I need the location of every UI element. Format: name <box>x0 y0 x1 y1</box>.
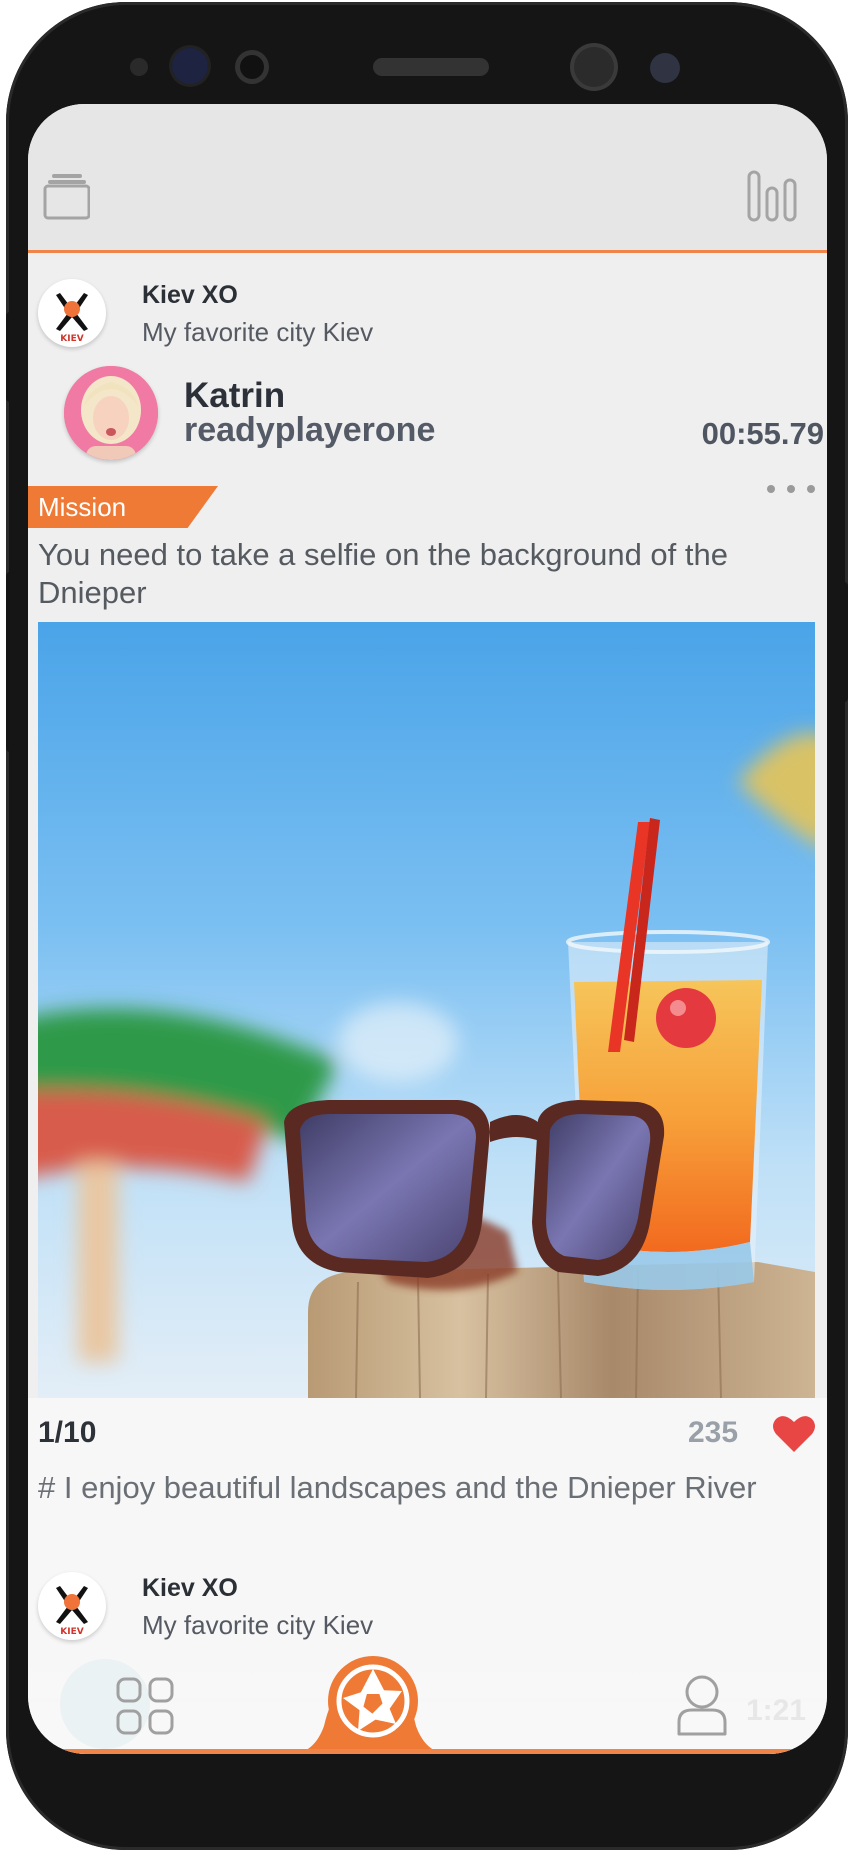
user-handle: readyplayerone <box>184 411 436 449</box>
earpiece-speaker <box>373 58 489 76</box>
svg-text:KIEV: KIEV <box>60 334 83 344</box>
heart-icon[interactable] <box>772 1414 816 1454</box>
volume-button <box>6 312 16 402</box>
svg-text:KIEV: KIEV <box>60 1627 83 1637</box>
org-logo: KIEV <box>38 279 106 347</box>
more-options-icon[interactable] <box>767 485 815 493</box>
camera-aperture-icon[interactable] <box>328 1656 418 1746</box>
user-name: Katrin <box>184 376 286 415</box>
mission-text: You need to take a selfie on the backgro… <box>38 537 728 610</box>
app-header <box>28 104 827 253</box>
bottom-accent-line <box>28 1749 827 1754</box>
avatar[interactable] <box>64 366 158 460</box>
volume-button <box>6 572 16 752</box>
user-row[interactable]: Katrin readyplayerone 00:55.79 <box>64 366 824 466</box>
like-count: 235 <box>688 1416 739 1449</box>
org-name: Kiev XO <box>142 281 238 309</box>
cards-stack-icon[interactable] <box>42 172 91 220</box>
mission-timer: 00:55.79 <box>701 416 824 451</box>
sensor-dot <box>240 55 264 79</box>
user-icon[interactable] <box>676 1674 728 1736</box>
phone-top-hardware <box>0 0 855 105</box>
org-name: Kiev XO <box>142 1574 238 1602</box>
org-subtitle: My favorite city Kiev <box>142 1610 374 1640</box>
grid-icon[interactable] <box>116 1677 174 1735</box>
org-row[interactable]: KIEV Kiev XO My favorite city Kiev <box>38 279 808 351</box>
sensor-dot <box>130 58 148 76</box>
iris-scanner <box>574 47 614 87</box>
mission-counter: 1/10 <box>38 1416 97 1449</box>
ghost-timer: 1:21 <box>746 1694 807 1727</box>
org-subtitle: My favorite city Kiev <box>142 317 374 347</box>
post-photo[interactable] <box>38 622 815 1398</box>
app-screen: KIEV Kiev XO My favorite city Kiev Katri… <box>28 104 827 1754</box>
front-camera <box>172 48 208 84</box>
org-row[interactable]: KIEV Kiev XO My favorite city Kiev <box>38 1572 808 1644</box>
power-button <box>838 582 848 702</box>
bar-chart-icon[interactable] <box>746 170 798 222</box>
sensor-dot <box>650 53 680 83</box>
post-caption: # I enjoy beautiful landscapes and the D… <box>38 1470 757 1505</box>
mission-label: Mission <box>28 486 218 528</box>
org-logo: KIEV <box>38 1572 106 1640</box>
